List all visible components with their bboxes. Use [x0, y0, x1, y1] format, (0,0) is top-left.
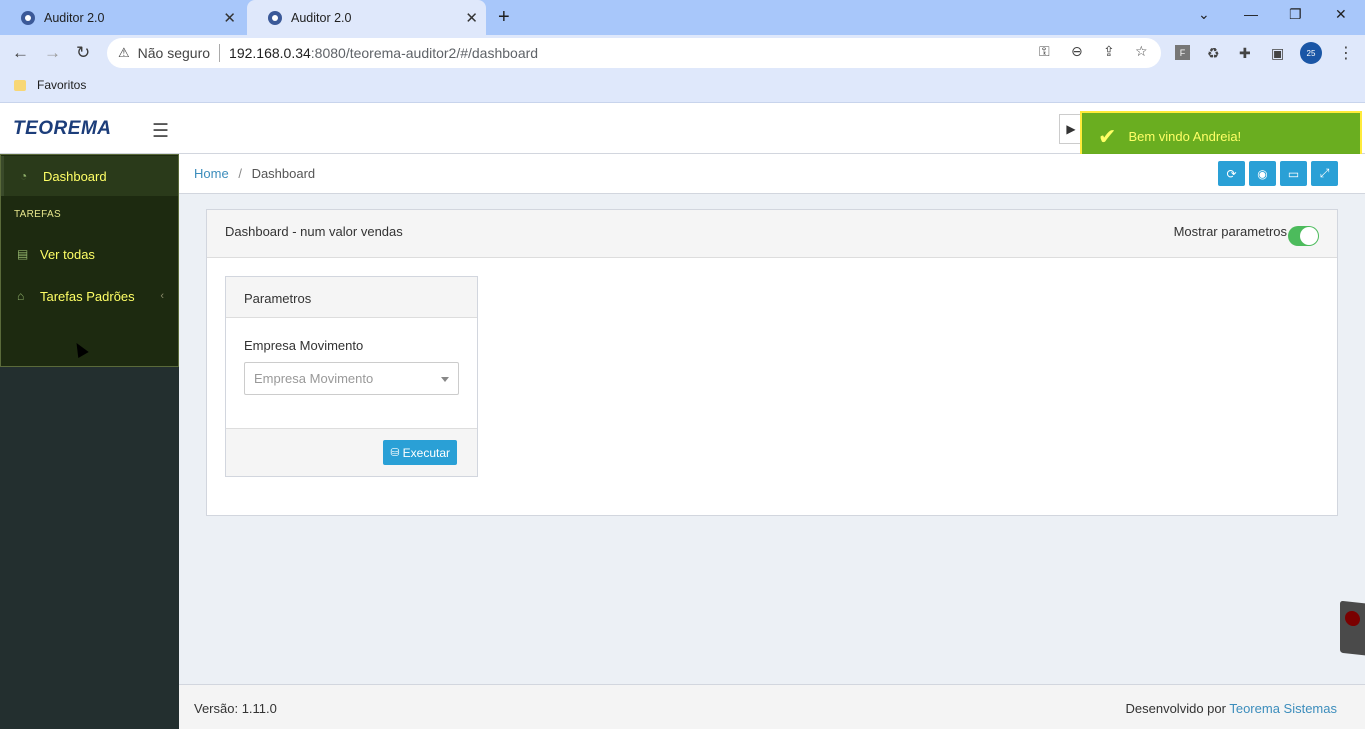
breadcrumb-bar: Home / Dashboard ⟳ ◉ ▭ ⤢: [179, 154, 1365, 194]
empresa-movimento-select[interactable]: Empresa Movimento: [244, 362, 459, 395]
key-icon[interactable]: ⚿: [1039, 43, 1050, 60]
menu-kebab-icon[interactable]: ⋮: [1338, 43, 1354, 63]
forward-icon[interactable]: →: [44, 43, 61, 63]
database-icon: ⛁: [390, 447, 400, 459]
execute-label: Executar: [402, 445, 450, 460]
select-placeholder: Empresa Movimento: [254, 371, 374, 386]
sidebar-item-tarefas-padroes[interactable]: ⌂ Tarefas Padrões ‹: [1, 276, 178, 316]
app-logo[interactable]: TEOREMA: [13, 118, 112, 140]
browser-tab[interactable]: Auditor 2.0 ✕: [0, 0, 244, 35]
monitor-button[interactable]: ▭: [1280, 161, 1307, 186]
params-body: Empresa Movimento Empresa Movimento: [226, 318, 477, 428]
restore-icon[interactable]: ❐: [1289, 6, 1302, 23]
execute-button[interactable]: ⛁ Executar: [383, 440, 457, 465]
sidebar-menu: ◔ Dashboard TAREFAS ▤ Ver todas ⌂ Tarefa…: [0, 154, 179, 367]
breadcrumb-home-link[interactable]: Home: [194, 166, 229, 181]
profile-avatar[interactable]: 25: [1300, 42, 1322, 64]
footer: Versão: 1.11.0 Desenvolvido por Teorema …: [179, 684, 1365, 729]
bookmarks-bar: Favoritos: [0, 71, 1365, 103]
sidebar: ◔ Dashboard TAREFAS ▤ Ver todas ⌂ Tarefa…: [0, 154, 179, 729]
panel-title: Dashboard - num valor vendas: [225, 224, 403, 239]
refresh-button[interactable]: ⟳: [1218, 161, 1245, 186]
sidebar-item-label: Ver todas: [40, 246, 95, 262]
window-close-icon[interactable]: ✕: [1335, 6, 1347, 23]
zoom-icon[interactable]: ⊖: [1071, 43, 1083, 60]
side-panel-icon[interactable]: ▣: [1271, 45, 1284, 62]
list-icon: ▤: [17, 247, 29, 261]
divider: [219, 44, 221, 62]
extension-f-icon[interactable]: F: [1175, 45, 1190, 60]
breadcrumb-separator: /: [238, 166, 242, 181]
sidebar-item-label: Tarefas Padrões: [40, 288, 135, 304]
params-title: Parametros: [226, 277, 477, 318]
folder-icon: [14, 79, 26, 91]
bookmark-folder[interactable]: Favoritos: [14, 78, 86, 92]
tab-favicon-icon: [267, 10, 283, 26]
extensions-puzzle-icon[interactable]: ✚: [1239, 45, 1251, 62]
sidebar-section-header: TAREFAS: [14, 209, 61, 220]
tab-title: Auditor 2.0: [291, 10, 352, 25]
hamburger-menu-icon[interactable]: ☰: [152, 120, 169, 143]
developer-label: Desenvolvido por: [1125, 701, 1226, 716]
dashboard-panel: Dashboard - num valor vendas Mostrar par…: [206, 209, 1338, 516]
browser-tab-bar: Auditor 2.0 ✕ Auditor 2.0 ✕ + ⌄ — ❐ ✕: [0, 0, 1365, 35]
tab-title: Auditor 2.0: [44, 10, 105, 25]
url-path: :8080/teorema-auditor2/#/dashboard: [310, 45, 539, 61]
minimize-icon[interactable]: —: [1244, 6, 1258, 22]
sidebar-item-label: Dashboard: [43, 168, 107, 184]
warning-icon[interactable]: ⚠: [118, 45, 130, 61]
address-bar[interactable]: ⚠ Não seguro 192.168.0.34:8080/teorema-a…: [107, 38, 1161, 68]
version-text: Versão: 1.11.0: [194, 701, 277, 716]
browser-toolbar: ← → ↻ ⚠ Não seguro 192.168.0.34:8080/teo…: [0, 35, 1365, 71]
toast-message: Bem vindo Andreia!: [1128, 129, 1242, 144]
record-dot-icon: [1345, 610, 1360, 627]
tab-close-icon[interactable]: ✕: [465, 9, 478, 27]
fullscreen-button[interactable]: ⤢: [1311, 161, 1338, 186]
show-params-toggle[interactable]: [1288, 226, 1319, 246]
main-content: Home / Dashboard ⟳ ◉ ▭ ⤢ Dashboard - num…: [179, 154, 1365, 684]
sidebar-item-ver-todas[interactable]: ▤ Ver todas: [1, 234, 178, 274]
breadcrumb-current: Dashboard: [251, 166, 316, 181]
sidebar-item-dashboard[interactable]: ◔ Dashboard: [1, 156, 178, 196]
chevron-left-icon: ‹: [160, 290, 164, 302]
dashboard-gauge-icon: ◔: [20, 169, 28, 183]
share-icon[interactable]: ⇪: [1103, 43, 1115, 60]
url-host: 192.168.0.34: [229, 45, 311, 61]
home-icon: ⌂: [17, 289, 25, 303]
tab-favicon-icon: [20, 10, 36, 26]
bookmark-star-icon[interactable]: ☆: [1135, 43, 1148, 60]
tab-search-icon[interactable]: ⌄: [1198, 6, 1210, 23]
reload-icon[interactable]: ↻: [76, 43, 90, 63]
params-footer: ⛁ Executar: [226, 428, 477, 476]
extension-recycle-icon[interactable]: ♻: [1207, 45, 1220, 62]
visibility-button[interactable]: ◉: [1249, 161, 1276, 186]
browser-tab-active[interactable]: Auditor 2.0 ✕: [247, 0, 486, 35]
field-label: Empresa Movimento: [244, 338, 364, 353]
floating-widget[interactable]: [1340, 600, 1365, 656]
toggle-knob: [1300, 227, 1318, 245]
back-icon[interactable]: ←: [12, 43, 29, 63]
params-card: Parametros Empresa Movimento Empresa Mov…: [225, 276, 478, 477]
toggle-label: Mostrar parametros: [1173, 224, 1287, 239]
bookmark-label: Favoritos: [37, 78, 87, 92]
new-tab-icon[interactable]: +: [498, 6, 510, 29]
tab-close-icon[interactable]: ✕: [223, 9, 236, 27]
check-icon: ✔: [1098, 123, 1117, 149]
developer-credit: Desenvolvido por Teorema Sistemas: [1126, 701, 1338, 716]
security-label[interactable]: Não seguro: [138, 45, 210, 61]
panel-header: Dashboard - num valor vendas Mostrar par…: [207, 210, 1337, 258]
company-link[interactable]: Teorema Sistemas: [1229, 701, 1337, 716]
chevron-down-icon: [441, 377, 449, 382]
breadcrumb: Home / Dashboard: [194, 166, 315, 181]
